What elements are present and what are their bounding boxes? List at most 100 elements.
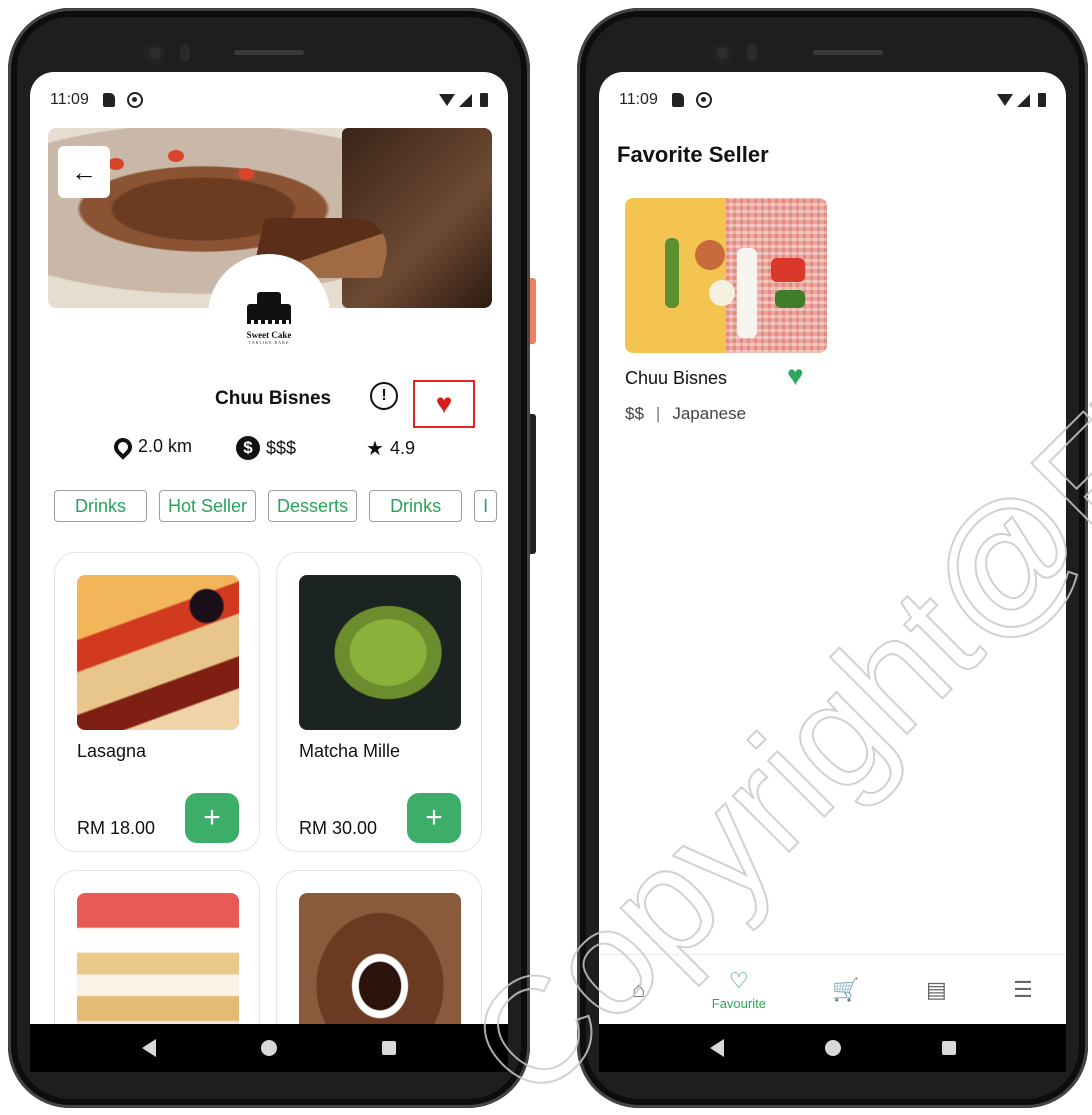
sensor (747, 44, 757, 62)
status-time: 11:09 (619, 91, 658, 108)
favorite-screen: 11:09 Favorite Seller Chuu Bisnes ♥ $$ |… (599, 72, 1066, 1024)
rating-value: 4.9 (389, 438, 415, 458)
category-chip[interactable]: Drinks (369, 490, 463, 522)
seller-name[interactable]: Chuu Bisnes (625, 368, 727, 389)
sdcard-icon (671, 93, 684, 107)
status-right-icons (997, 93, 1046, 107)
strawberry-graphic (238, 168, 254, 180)
back-button[interactable]: ← (58, 146, 110, 198)
vegetable-graphic (665, 238, 679, 308)
phone-left: 11:09 ← Sweet Cake TARLIKE BAKE Chuu Bis… (8, 8, 536, 1108)
product-image (299, 575, 461, 730)
product-price: RM 18.00 (77, 818, 156, 838)
shop-name: Chuu Bisnes (215, 388, 332, 409)
strawberry-graphic (108, 158, 124, 170)
nav-home-icon[interactable] (824, 1040, 841, 1056)
product-image (77, 575, 239, 730)
shop-screen: 11:09 ← Sweet Cake TARLIKE BAKE Chuu Bis… (30, 72, 508, 1024)
product-image (77, 893, 239, 1024)
status-bar: 11:09 (50, 90, 488, 110)
tab-favourite-label: Favourite (711, 996, 766, 1011)
meta-separator: | (655, 404, 661, 423)
system-nav-bar (599, 1024, 1066, 1072)
distance-value: 2.0 km (138, 436, 193, 456)
front-camera (711, 42, 733, 64)
logo-tagline: TARLIKE BAKE (248, 339, 290, 345)
sync-icon (126, 92, 143, 108)
category-chip[interactable]: Hot Seller (159, 490, 257, 522)
home-icon: ⌂ (632, 976, 646, 1002)
star-icon: ★ (366, 438, 384, 460)
seller-image[interactable] (625, 198, 827, 353)
cellular-icon (459, 93, 472, 107)
status-bar: 11:09 (619, 90, 1046, 110)
speaker (813, 50, 883, 55)
sensor (180, 44, 190, 62)
battery-icon (480, 93, 488, 107)
front-camera (144, 42, 166, 64)
nav-back-icon[interactable] (709, 1039, 724, 1057)
strawberry-graphic (168, 150, 184, 162)
wifi-icon (439, 94, 455, 106)
product-card[interactable]: Lasagna RM 18.00 + (54, 552, 260, 852)
product-image (299, 893, 461, 1024)
tab-home[interactable]: ⌂ (632, 977, 645, 1003)
tab-cart[interactable]: 🛒 (832, 977, 859, 1003)
shop-header-row: Chuu Bisnes ! ♥ (30, 380, 508, 428)
cart-icon: 🛒 (832, 976, 860, 1002)
status-right-icons (439, 93, 488, 107)
nav-back-icon[interactable] (142, 1039, 157, 1057)
stage: 11:09 ← Sweet Cake TARLIKE BAKE Chuu Bis… (0, 0, 1092, 1115)
battery-icon (1038, 93, 1046, 107)
tab-favourite[interactable]: ♡ Favourite (712, 968, 766, 1011)
category-chip[interactable]: I (474, 490, 498, 522)
dollar-icon: $ (236, 436, 260, 460)
seller-meta: $$ | Japanese (625, 404, 746, 424)
heart-icon: ♥ (435, 388, 453, 419)
wifi-icon (997, 94, 1013, 106)
heart-icon[interactable]: ♥ (787, 362, 804, 390)
product-price: RM 30.00 (299, 818, 378, 838)
vegetable-graphic (771, 258, 805, 282)
nav-recents-icon[interactable] (941, 1041, 956, 1055)
price-stat: $ $$$ (236, 436, 296, 460)
vegetable-graphic (737, 248, 757, 338)
nav-recents-icon[interactable] (381, 1041, 396, 1055)
seller-price-level: $$ (625, 404, 644, 423)
sync-icon (695, 92, 712, 108)
vegetable-graphic (709, 280, 735, 306)
vegetable-graphic (775, 290, 805, 308)
nav-home-icon[interactable] (260, 1040, 277, 1056)
info-icon[interactable]: ! (370, 382, 398, 410)
location-pin-icon (110, 433, 136, 460)
product-name: Lasagna (77, 741, 147, 761)
speaker (234, 50, 304, 55)
vegetable-graphic (695, 240, 725, 270)
product-card[interactable]: Matcha Mille RM 30.00 + (276, 552, 482, 852)
category-chip[interactable]: Drinks (54, 490, 148, 522)
rating-stat: ★ 4.9 (366, 436, 415, 461)
cellular-icon (1017, 93, 1030, 107)
arrow-left-icon: ← (71, 156, 97, 187)
category-chip[interactable]: Desserts (268, 490, 358, 522)
add-to-cart-button[interactable]: + (185, 793, 239, 843)
product-name: Matcha Mille (299, 741, 401, 761)
tab-profile[interactable]: ☰ (1013, 977, 1033, 1003)
shop-stats: 2.0 km $ $$$ ★ 4.9 (30, 433, 508, 462)
price-level: $$$ (266, 437, 297, 458)
favorite-button[interactable]: ♥ (413, 380, 475, 428)
tab-news[interactable]: ▤ (926, 977, 947, 1003)
distance-stat: 2.0 km (110, 433, 193, 460)
seller-cuisine: Japanese (672, 404, 747, 423)
shop-logo: Sweet Cake TARLIKE BAKE (208, 254, 330, 376)
news-icon: ▤ (926, 976, 947, 1002)
side-button-volume (530, 414, 536, 554)
favourite-icon: ♡ (729, 968, 749, 993)
product-card[interactable] (54, 870, 260, 1024)
profile-icon: ☰ (1013, 976, 1033, 1002)
add-to-cart-button[interactable]: + (407, 793, 461, 843)
product-card[interactable] (276, 870, 482, 1024)
phone-right: 11:09 Favorite Seller Chuu Bisnes ♥ $$ |… (577, 8, 1088, 1108)
bottom-tab-bar: ⌂ ♡ Favourite 🛒 ▤ ☰ (599, 954, 1066, 1024)
sdcard-icon (102, 93, 115, 107)
